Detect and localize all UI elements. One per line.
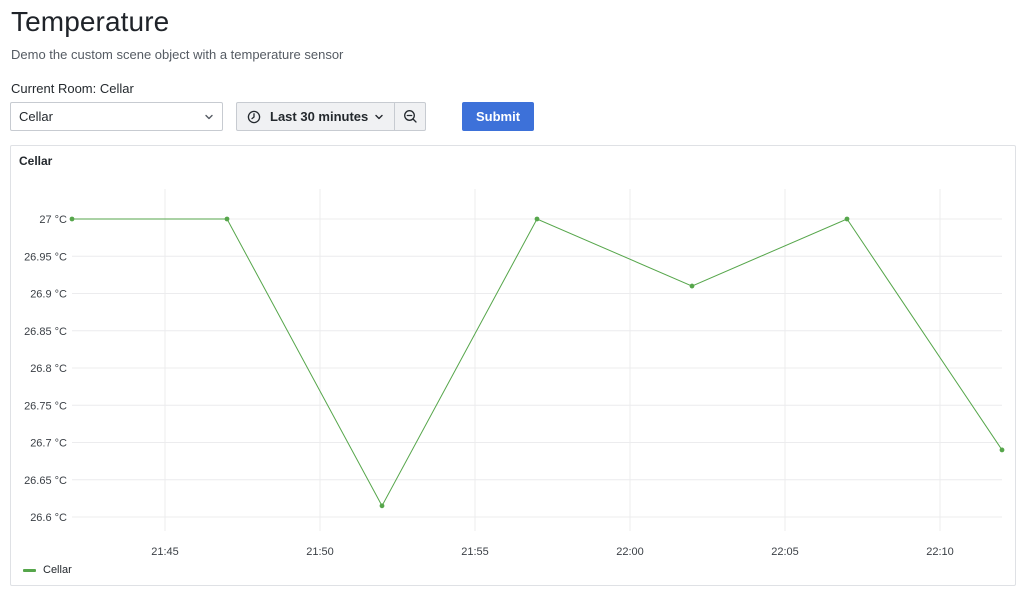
- y-tick-label: 26.75 °C: [24, 400, 67, 412]
- x-tick-label: 21:45: [151, 546, 179, 558]
- data-point[interactable]: [69, 216, 75, 222]
- y-tick-label: 27 °C: [39, 214, 67, 226]
- x-tick-label: 21:50: [306, 546, 334, 558]
- chart-panel: 27 °C 26.95 °C 26.9 °C 26.85 °C 26.8 °C 26.75…: [10, 145, 1016, 586]
- x-tick-label: 22:00: [616, 546, 644, 558]
- clock-icon: [247, 110, 261, 123]
- y-tick-label: 26.9 °C: [30, 289, 67, 301]
- temperature-chart: 27 °C 26.95 °C 26.9 °C 26.85 °C 26.8 °C 26.75…: [24, 189, 1005, 558]
- data-point[interactable]: [844, 216, 850, 222]
- x-tick-label: 22:05: [771, 546, 799, 558]
- zoom-out-icon: [403, 110, 417, 123]
- y-tick-label: 26.7 °C: [30, 438, 67, 450]
- data-point[interactable]: [534, 216, 540, 222]
- zoom-out-button[interactable]: [394, 102, 426, 131]
- chevron-down-icon: [205, 114, 213, 119]
- submit-button[interactable]: Submit: [462, 102, 534, 131]
- time-range-label: Last 30 minutes: [270, 109, 369, 124]
- y-tick-label: 26.85 °C: [24, 326, 67, 338]
- legend-swatch: [23, 568, 36, 572]
- chart-series: [69, 216, 1005, 509]
- x-tick-label: 22:10: [926, 546, 954, 558]
- y-tick-label: 26.8 °C: [30, 363, 67, 375]
- panel-title: Cellar: [19, 154, 53, 168]
- x-tick-label: 21:55: [461, 546, 489, 558]
- page-title: Temperature: [11, 6, 170, 37]
- chart-grid: [72, 189, 1002, 531]
- legend-item-cellar[interactable]: Cellar: [23, 564, 72, 576]
- current-room-label: Current Room: Cellar: [11, 81, 134, 96]
- data-point[interactable]: [224, 216, 230, 222]
- legend-label: Cellar: [43, 564, 72, 576]
- y-tick-label: 26.95 °C: [24, 251, 67, 263]
- room-select[interactable]: Cellar: [10, 102, 223, 131]
- data-point[interactable]: [999, 447, 1005, 453]
- data-point[interactable]: [689, 283, 695, 289]
- y-axis: 27 °C 26.95 °C 26.9 °C 26.85 °C 26.8 °C 26.75…: [24, 214, 67, 524]
- data-point[interactable]: [379, 503, 385, 509]
- room-select-value: Cellar: [19, 109, 53, 124]
- y-tick-label: 26.6 °C: [30, 512, 67, 524]
- x-axis: 21:45 21:50 21:55 22:00 22:05 22:10: [151, 546, 954, 558]
- time-range-picker[interactable]: Last 30 minutes: [236, 102, 395, 131]
- chevron-down-icon: [375, 114, 383, 119]
- page-subtitle: Demo the custom scene object with a temp…: [11, 47, 344, 62]
- series-line-cellar: [72, 218, 1003, 507]
- y-tick-label: 26.65 °C: [24, 475, 67, 487]
